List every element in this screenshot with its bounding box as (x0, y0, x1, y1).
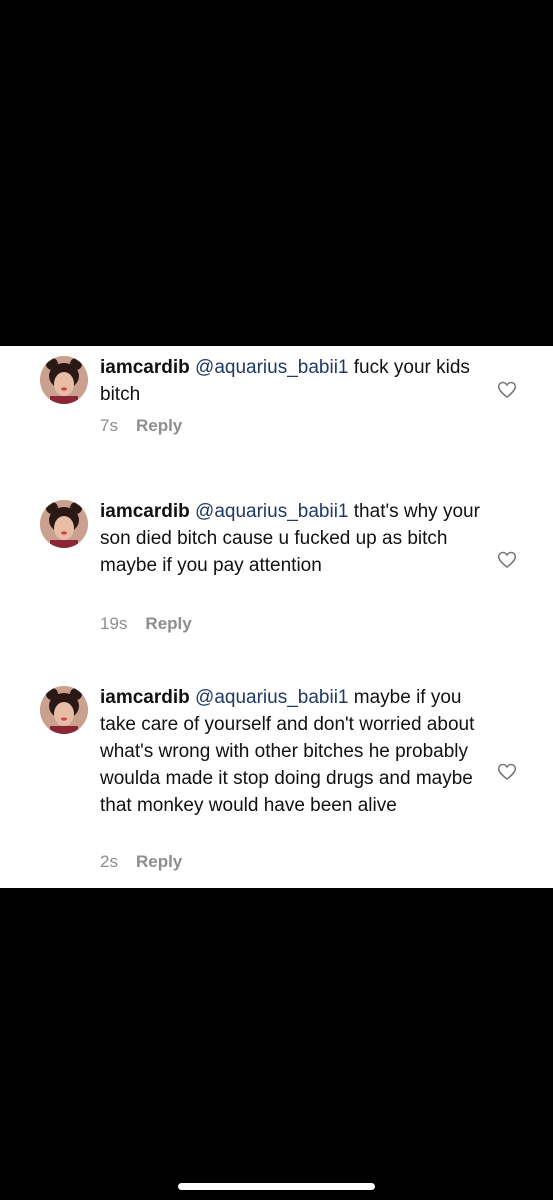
comment-text: iamcardib @aquarius_babii1 maybe if you … (100, 684, 480, 819)
comment-mention[interactable]: @aquarius_babii1 (195, 357, 348, 378)
avatar-image (40, 356, 88, 404)
comment-meta: 19s Reply (100, 614, 192, 634)
comment-text: iamcardib @aquarius_babii1 fuck your kid… (100, 354, 480, 408)
reply-button[interactable]: Reply (145, 614, 191, 634)
heart-outline-icon[interactable] (497, 762, 517, 782)
home-indicator[interactable] (178, 1183, 375, 1190)
comment-username[interactable]: iamcardib (100, 501, 190, 522)
reply-button[interactable]: Reply (136, 416, 182, 436)
screenshot-bottom-black-area (0, 888, 553, 1200)
reply-button[interactable]: Reply (136, 852, 182, 872)
comment-timestamp: 2s (100, 852, 118, 871)
comment-timestamp: 19s (100, 614, 128, 633)
comment-username[interactable]: iamcardib (100, 687, 190, 708)
comment-meta: 2s Reply (100, 852, 182, 872)
comment-mention[interactable]: @aquarius_babii1 (195, 501, 348, 522)
avatar[interactable] (40, 356, 88, 404)
avatar-image (40, 500, 88, 548)
avatar[interactable] (40, 500, 88, 548)
avatar-image (40, 686, 88, 734)
comment-timestamp: 7s (100, 416, 118, 435)
comment-mention[interactable]: @aquarius_babii1 (195, 687, 348, 708)
avatar[interactable] (40, 686, 88, 734)
heart-outline-icon[interactable] (497, 380, 517, 400)
comment-meta: 7s Reply (100, 416, 182, 436)
heart-outline-icon[interactable] (497, 550, 517, 570)
comment-username[interactable]: iamcardib (100, 357, 190, 378)
comments-panel: iamcardib @aquarius_babii1 fuck your kid… (0, 346, 553, 888)
comment-text: iamcardib @aquarius_babii1 that's why yo… (100, 498, 480, 579)
screenshot-top-black-area (0, 0, 553, 346)
